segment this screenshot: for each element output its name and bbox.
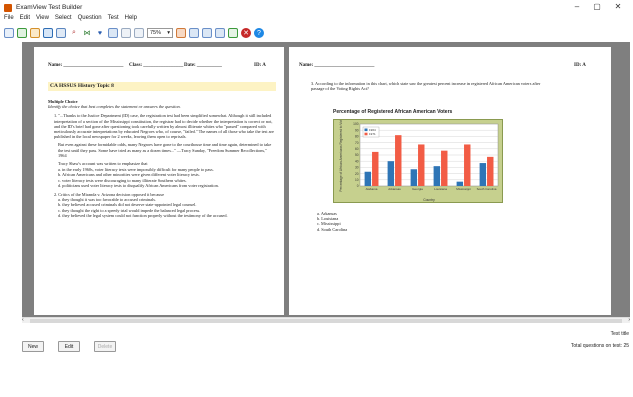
- menu-view[interactable]: View: [36, 15, 49, 25]
- list-icon[interactable]: [134, 28, 144, 38]
- x-tick-label: Mississippi: [456, 187, 471, 191]
- new-question-icon[interactable]: [17, 28, 27, 38]
- bar-1971: [441, 150, 448, 186]
- zoom-select[interactable]: 75% ▾: [147, 28, 173, 38]
- legend-swatch: [364, 132, 368, 136]
- table-icon[interactable]: [108, 28, 118, 38]
- menu-select[interactable]: Select: [55, 15, 72, 25]
- question-3-choice-d: d. South Carolina: [317, 226, 348, 232]
- paste-icon[interactable]: [176, 28, 186, 38]
- legend-swatch: [364, 128, 368, 132]
- class-label: Class: ________________: [129, 63, 184, 68]
- question-2-choice-d: d. they believed the legal system could …: [58, 212, 228, 218]
- question-1-text-2: But even against these formidable odds, …: [58, 142, 272, 158]
- bar-1971: [372, 151, 379, 186]
- menu-file[interactable]: File: [4, 15, 14, 25]
- bar-1964: [433, 166, 441, 186]
- y-tick-label: 40: [355, 159, 359, 163]
- menu-test[interactable]: Test: [108, 15, 119, 25]
- title-bar: ExamView Test Builder – ▢ ✕: [0, 0, 633, 15]
- print-icon[interactable]: [56, 28, 66, 38]
- left-page: Name: ________________________ Class: __…: [34, 47, 284, 315]
- date-label: Date: __________: [184, 63, 222, 68]
- question-1-text[interactable]: 1. "...Thanks to the Justice Department …: [48, 113, 276, 139]
- bar-1971: [418, 144, 425, 186]
- y-tick-label: 10: [355, 178, 359, 182]
- x-tick-label: Alabama: [366, 187, 378, 191]
- open-icon[interactable]: [30, 28, 40, 38]
- test-title-status: Test title: [610, 331, 629, 337]
- x-axis-label: Country: [423, 198, 435, 202]
- x-tick-label: Georgia: [412, 187, 423, 191]
- total-questions-status: Total questions on test: 25: [570, 343, 629, 349]
- bar-1971: [395, 135, 402, 186]
- menu-help[interactable]: Help: [125, 15, 137, 25]
- save-icon[interactable]: [43, 28, 53, 38]
- menu-edit[interactable]: Edit: [20, 15, 30, 25]
- x-tick-label: Arkansas: [388, 187, 401, 191]
- y-tick-label: 0: [357, 184, 359, 188]
- name-label: Name: ________________________: [48, 63, 124, 68]
- y-tick-label: 50: [355, 153, 359, 157]
- chevron-down-icon: ▾: [167, 30, 170, 36]
- bank-icon[interactable]: [121, 28, 131, 38]
- maximize-button[interactable]: ▢: [590, 2, 604, 11]
- question-1-prompt: Tracy Shaw's account was written to emph…: [58, 161, 148, 167]
- bar-1971: [487, 156, 494, 186]
- id-label: ID: A: [254, 63, 266, 68]
- minimize-button[interactable]: –: [570, 2, 584, 11]
- y-tick-label: 70: [355, 141, 359, 145]
- settings-icon[interactable]: [228, 28, 238, 38]
- legend-label: 1971: [369, 132, 376, 136]
- x-tick-label: South Carolina: [477, 187, 497, 191]
- multiple-choice-section: Multiple Choice Identify the choice that…: [48, 99, 276, 218]
- test-preview-area[interactable]: Name: ________________________ Class: __…: [22, 42, 630, 317]
- question-3-choices: a. Arkansas b. Louisiana c. Mississippi …: [317, 211, 437, 232]
- x-tick-label: Louisiana: [434, 187, 447, 191]
- close-button[interactable]: ✕: [611, 2, 625, 11]
- cut-icon[interactable]: [189, 28, 199, 38]
- bar-1964: [387, 161, 395, 186]
- bar-1964: [364, 171, 372, 186]
- y-tick-label: 20: [355, 172, 359, 176]
- mc-instructions: Identify the choice that best completes …: [48, 104, 181, 110]
- bar-1971: [464, 144, 471, 186]
- y-axis-label: Percentage of African Americans Register…: [339, 120, 343, 192]
- bar-1964: [456, 181, 464, 186]
- bar-1964: [479, 163, 487, 186]
- id-label-right: ID: A: [574, 63, 586, 68]
- edit-button[interactable]: Edit: [58, 341, 80, 352]
- y-tick-label: 100: [353, 122, 359, 126]
- menu-question[interactable]: Question: [78, 15, 102, 25]
- stop-icon[interactable]: ✕: [241, 28, 251, 38]
- new-button[interactable]: New: [22, 341, 44, 352]
- name-label-right: Name: ________________________: [299, 63, 375, 68]
- search-icon[interactable]: ⌕: [69, 28, 79, 38]
- delete-button[interactable]: Delete: [94, 341, 116, 352]
- y-tick-label: 80: [355, 135, 359, 139]
- add-icon[interactable]: [215, 28, 225, 38]
- question-1-choice-d: d. politicians used voter literacy tests…: [58, 182, 219, 188]
- voters-chart: Percentage of Registered African America…: [333, 109, 503, 203]
- help-icon[interactable]: ?: [254, 28, 264, 38]
- topic-title: CA HSSUS History Topic 8: [48, 82, 276, 91]
- bar-1964: [410, 169, 418, 186]
- new-test-icon[interactable]: [4, 28, 14, 38]
- examview-logo-icon: [4, 3, 12, 12]
- menu-bar: File Edit View Select Question Test Help: [0, 15, 137, 25]
- chart-title: Percentage of Registered African America…: [333, 109, 453, 115]
- bottom-panel: New Edit Delete Test title Total questio…: [0, 323, 633, 358]
- window-title: ExamView Test Builder: [16, 4, 83, 11]
- chart-icon[interactable]: [202, 28, 212, 38]
- y-tick-label: 90: [355, 128, 359, 132]
- y-tick-label: 60: [355, 147, 359, 151]
- statistics-icon[interactable]: ⋈: [82, 28, 92, 38]
- chart-frame: 0 10 20 30 40 50 60 70 80 90 100 Percentage of Afri…: [333, 118, 503, 203]
- y-tick-label: 30: [355, 166, 359, 170]
- toolbar: ⌕ ⋈ ♥ 75% ▾ ✕ ?: [0, 26, 633, 40]
- right-page: Name: ________________________ ID: A 3. …: [289, 47, 611, 315]
- chart-svg: 0 10 20 30 40 50 60 70 80 90 100 Percentage of Afri…: [339, 118, 499, 202]
- question-mark-icon[interactable]: ♥: [95, 28, 105, 38]
- question-3-text[interactable]: 3. According to the information in this …: [311, 81, 551, 91]
